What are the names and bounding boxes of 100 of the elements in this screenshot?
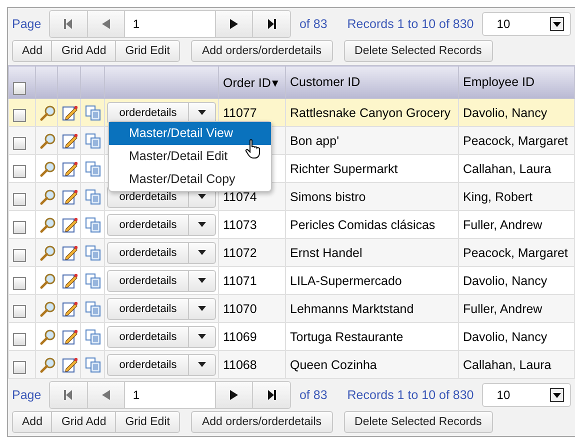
records-info: Records 1 to 10 of 830: [347, 17, 474, 31]
last-page-icon: [266, 18, 277, 30]
orderdetails-dropdown[interactable]: orderdetails: [107, 242, 216, 264]
orderdetails-dropdown[interactable]: orderdetails: [107, 102, 216, 124]
pencil-note-icon[interactable]: [62, 272, 78, 288]
next-page-button[interactable]: [216, 11, 254, 37]
magnifier-icon[interactable]: [40, 132, 56, 148]
orderdetails-dropdown[interactable]: orderdetails: [107, 214, 216, 236]
toolbar-button[interactable]: Grid Edit: [116, 41, 179, 61]
order-id-cell: 11077: [223, 106, 257, 120]
row-checkbox[interactable]: [13, 305, 26, 318]
copy-icon[interactable]: [85, 188, 101, 204]
employee-cell: Davolio, Nancy: [463, 274, 548, 288]
copy-icon[interactable]: [85, 132, 101, 148]
copy-icon[interactable]: [85, 244, 101, 260]
orderdetails-dropdown[interactable]: orderdetails: [107, 270, 216, 292]
pencil-note-icon[interactable]: [62, 300, 78, 316]
magnifier-icon[interactable]: [40, 356, 56, 372]
row-checkbox[interactable]: [13, 109, 26, 122]
orderdetails-dropdown[interactable]: orderdetails: [107, 298, 216, 320]
menu-item[interactable]: Master/Detail Edit: [109, 145, 271, 168]
magnifier-icon[interactable]: [40, 244, 56, 260]
employee-cell: Peacock, Margaret: [463, 246, 568, 260]
pencil-note-icon[interactable]: [62, 216, 78, 232]
magnifier-icon[interactable]: [40, 300, 56, 316]
toolbar-button[interactable]: Delete Selected Records: [344, 40, 493, 62]
toolbar-button[interactable]: Grid Add: [52, 41, 116, 61]
page-count: of 83: [299, 388, 328, 402]
select-all-checkbox[interactable]: [13, 82, 26, 95]
employee-cell: Davolio, Nancy: [463, 106, 548, 120]
pencil-note-icon[interactable]: [62, 188, 78, 204]
toolbar-button[interactable]: Grid Edit: [116, 412, 179, 432]
toolbar-button[interactable]: Delete Selected Records: [344, 411, 493, 433]
magnifier-icon[interactable]: [40, 216, 56, 232]
next-icon: [229, 18, 240, 30]
order-id-cell: 11072: [223, 246, 257, 260]
row-checkbox[interactable]: [13, 361, 26, 374]
caret-icon: [550, 388, 564, 402]
pencil-note-icon[interactable]: [62, 104, 78, 120]
row-checkbox[interactable]: [13, 165, 26, 178]
caret-icon: [198, 110, 206, 115]
page-number-field[interactable]: 1: [124, 382, 216, 408]
caret-icon: [198, 194, 206, 199]
first-page-button[interactable]: [50, 382, 88, 408]
copy-icon[interactable]: [85, 328, 101, 344]
first-page-button[interactable]: [50, 11, 88, 37]
column-header[interactable]: Order ID▾: [218, 66, 286, 98]
row-checkbox[interactable]: [13, 333, 26, 346]
pencil-note-icon[interactable]: [62, 356, 78, 372]
page-size-select[interactable]: 10: [482, 383, 571, 407]
first-page-icon: [63, 389, 74, 401]
toolbar-button[interactable]: Add: [13, 41, 52, 61]
menu-item[interactable]: Master/Detail View: [109, 122, 271, 145]
copy-icon[interactable]: [85, 300, 101, 316]
pencil-note-icon[interactable]: [62, 328, 78, 344]
copy-icon[interactable]: [85, 356, 101, 372]
toolbar-button[interactable]: Grid Add: [52, 412, 116, 432]
row-checkbox[interactable]: [13, 221, 26, 234]
previous-icon: [100, 18, 111, 30]
pencil-note-icon[interactable]: [62, 244, 78, 260]
previous-icon: [100, 389, 111, 401]
magnifier-icon[interactable]: [40, 160, 56, 176]
toolbar-button[interactable]: Add: [13, 412, 52, 432]
copy-icon[interactable]: [85, 104, 101, 120]
page-number-field[interactable]: 1: [124, 11, 216, 37]
last-page-button[interactable]: [253, 382, 290, 408]
pencil-note-icon[interactable]: [62, 132, 78, 148]
row-checkbox[interactable]: [13, 193, 26, 206]
last-page-button[interactable]: [253, 11, 290, 37]
row-checkbox[interactable]: [13, 137, 26, 150]
customer-cell: Queen Cozinha: [290, 358, 377, 372]
copy-icon[interactable]: [85, 272, 101, 288]
employee-cell: King, Robert: [463, 190, 532, 204]
copy-icon[interactable]: [85, 216, 101, 232]
orderdetails-dropdown[interactable]: orderdetails: [107, 354, 216, 376]
magnifier-icon[interactable]: [40, 104, 56, 120]
magnifier-icon[interactable]: [40, 188, 56, 204]
magnifier-icon[interactable]: [40, 272, 56, 288]
toolbar-button[interactable]: Add orders/orderdetails: [190, 411, 333, 433]
copy-icon[interactable]: [85, 160, 101, 176]
column-header[interactable]: Customer ID: [286, 66, 458, 98]
page-size-select[interactable]: 10: [482, 12, 571, 36]
last-page-icon: [266, 389, 277, 401]
order-id-cell: 11071: [223, 274, 257, 288]
order-id-cell: 11074: [223, 190, 257, 204]
customer-cell: Simons bistro: [290, 190, 366, 204]
previous-page-button[interactable]: [88, 382, 125, 408]
customer-cell: Rattlesnake Canyon Grocery: [290, 106, 450, 120]
toolbar-button[interactable]: Add orders/orderdetails: [190, 40, 333, 62]
caret-icon: [198, 222, 206, 227]
employee-cell: Davolio, Nancy: [463, 330, 548, 344]
magnifier-icon[interactable]: [40, 328, 56, 344]
row-checkbox[interactable]: [13, 277, 26, 290]
orderdetails-dropdown[interactable]: orderdetails: [107, 326, 216, 348]
column-header[interactable]: Employee ID: [458, 66, 574, 98]
previous-page-button[interactable]: [88, 11, 125, 37]
page-label: Page: [12, 17, 42, 31]
next-page-button[interactable]: [216, 382, 254, 408]
pencil-note-icon[interactable]: [62, 160, 78, 176]
row-checkbox[interactable]: [13, 249, 26, 262]
